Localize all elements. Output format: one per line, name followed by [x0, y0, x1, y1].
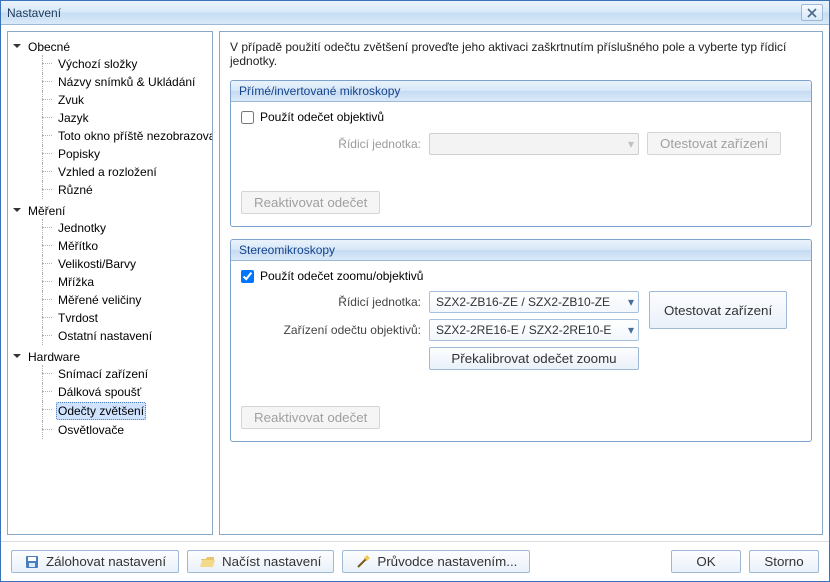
- checkbox-label: Použít odečet zoomu/objektivů: [260, 269, 423, 283]
- tree-item[interactable]: Popisky: [42, 145, 210, 163]
- tree-cat-label: Hardware: [26, 349, 82, 365]
- checkbox-label: Použít odečet objektivů: [260, 110, 384, 124]
- settings-window: Nastavení Obecné Výchozí složky Názvy sn…: [0, 0, 830, 582]
- test-device-button[interactable]: Otestovat zařízení: [649, 291, 787, 329]
- save-icon: [24, 554, 40, 570]
- titlebar: Nastavení: [1, 1, 829, 25]
- chevron-down-icon: ▾: [628, 137, 634, 151]
- tree-item[interactable]: Názvy snímků & Ukládání: [42, 73, 210, 91]
- tree-item[interactable]: Dálková spoušť: [42, 383, 210, 401]
- reactivate-readout-button: Reaktivovat odečet: [241, 406, 380, 429]
- collapse-icon[interactable]: [12, 205, 22, 215]
- chevron-down-icon: ▾: [628, 295, 634, 309]
- reactivate-readout-button: Reaktivovat odečet: [241, 191, 380, 214]
- tree-cat-label: Obecné: [26, 39, 72, 55]
- setup-wizard-button[interactable]: Průvodce nastavením...: [342, 550, 530, 573]
- collapse-icon[interactable]: [12, 351, 22, 361]
- group-header: Přímé/invertované mikroskopy: [231, 81, 811, 102]
- chevron-down-icon: ▾: [628, 323, 634, 337]
- lens-device-label: Zařízení odečtu objektivů:: [241, 323, 421, 337]
- tree-item[interactable]: Jednotky: [42, 219, 210, 237]
- tree-item[interactable]: Různé: [42, 181, 210, 199]
- control-unit-label: Řídicí jednotka:: [241, 137, 421, 151]
- test-device-button: Otestovat zařízení: [647, 132, 781, 155]
- tree-item[interactable]: Ostatní nastavení: [42, 327, 210, 345]
- nav-tree[interactable]: Obecné Výchozí složky Názvy snímků & Ukl…: [7, 31, 213, 535]
- wand-icon: [355, 554, 371, 570]
- group-upright-inverted: Přímé/invertované mikroskopy Použít odeč…: [230, 80, 812, 227]
- checkbox[interactable]: [241, 270, 254, 283]
- tree-cat-mereni[interactable]: Měření Jednotky Měřítko Velikosti/Barvy …: [12, 202, 210, 346]
- load-settings-button[interactable]: Načíst nastavení: [187, 550, 334, 573]
- close-button[interactable]: [801, 4, 823, 21]
- tree-item[interactable]: Vzhled a rozložení: [42, 163, 210, 181]
- tree-cat-label: Měření: [26, 203, 67, 219]
- tree-item[interactable]: Zvuk: [42, 91, 210, 109]
- tree-item[interactable]: Tvrdost: [42, 309, 210, 327]
- tree-item[interactable]: Měřítko: [42, 237, 210, 255]
- checkbox[interactable]: [241, 111, 254, 124]
- use-zoom-lens-readout-checkbox[interactable]: Použít odečet zoomu/objektivů: [241, 269, 801, 283]
- select-value: SZX2-2RE16-E / SZX2-2RE10-E: [436, 323, 611, 337]
- cancel-button[interactable]: Storno: [749, 550, 819, 573]
- tree-item[interactable]: Jazyk: [42, 109, 210, 127]
- close-icon: [807, 8, 817, 18]
- tree-item[interactable]: Snímací zařízení: [42, 365, 210, 383]
- tree-item[interactable]: Výchozí složky: [42, 55, 210, 73]
- group-stereo: Stereomikroskopy Použít odečet zoomu/obj…: [230, 239, 812, 442]
- window-title: Nastavení: [7, 6, 801, 20]
- tree-cat-obecne[interactable]: Obecné Výchozí složky Názvy snímků & Ukl…: [12, 38, 210, 200]
- tree-item-selected[interactable]: Odečty zvětšení: [42, 401, 210, 421]
- select-value: SZX2-ZB16-ZE / SZX2-ZB10-ZE: [436, 295, 610, 309]
- body: Obecné Výchozí složky Názvy snímků & Ukl…: [1, 25, 829, 541]
- control-unit-select[interactable]: SZX2-ZB16-ZE / SZX2-ZB10-ZE ▾: [429, 291, 639, 313]
- lens-device-select[interactable]: SZX2-2RE16-E / SZX2-2RE10-E ▾: [429, 319, 639, 341]
- content-pane: V případě použití odečtu zvětšení proveď…: [219, 31, 823, 535]
- tree-item[interactable]: Osvětlovače: [42, 421, 210, 439]
- tree-item[interactable]: Toto okno příště nezobrazovat...: [42, 127, 210, 145]
- tree-item[interactable]: Mřížka: [42, 273, 210, 291]
- group-header: Stereomikroskopy: [231, 240, 811, 261]
- recalibrate-zoom-button[interactable]: Překalibrovat odečet zoomu: [429, 347, 639, 370]
- folder-open-icon: [200, 554, 216, 570]
- tree-item[interactable]: Velikosti/Barvy: [42, 255, 210, 273]
- use-lens-readout-checkbox[interactable]: Použít odečet objektivů: [241, 110, 801, 124]
- bottom-bar: Zálohovat nastavení Načíst nastavení Prů…: [1, 541, 829, 581]
- collapse-icon[interactable]: [12, 41, 22, 51]
- ok-button[interactable]: OK: [671, 550, 741, 573]
- backup-settings-button[interactable]: Zálohovat nastavení: [11, 550, 179, 573]
- intro-text: V případě použití odečtu zvětšení proveď…: [230, 40, 812, 68]
- control-unit-label: Řídicí jednotka:: [241, 295, 421, 309]
- tree-item[interactable]: Měřené veličiny: [42, 291, 210, 309]
- control-unit-select: ▾: [429, 133, 639, 155]
- tree-cat-hardware[interactable]: Hardware Snímací zařízení Dálková spoušť…: [12, 348, 210, 440]
